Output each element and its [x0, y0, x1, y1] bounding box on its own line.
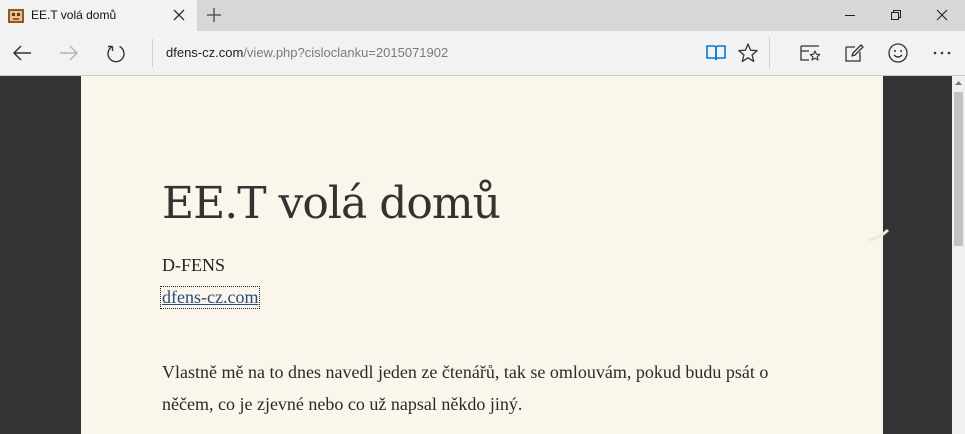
new-tab-icon[interactable]	[206, 7, 222, 23]
web-note-button[interactable]	[832, 31, 876, 75]
forward-arrow-icon	[60, 45, 79, 61]
forward-button[interactable]	[47, 31, 91, 75]
navigation-bar: dfens-cz.com/view.php?cisloclanku=201507…	[0, 31, 965, 76]
close-window-icon	[936, 9, 948, 21]
star-icon	[738, 43, 758, 63]
tab-active[interactable]: EE.T volá domů	[0, 0, 197, 31]
more-button[interactable]	[920, 31, 964, 75]
hub-favorites-icon	[800, 45, 821, 61]
site-favicon-icon	[8, 9, 24, 23]
close-tab-icon[interactable]	[171, 7, 187, 23]
scroll-up-arrow-icon[interactable]	[952, 76, 965, 90]
refresh-button[interactable]	[94, 31, 138, 75]
feedback-button[interactable]	[876, 31, 920, 75]
restore-icon	[891, 10, 901, 20]
refresh-icon	[107, 45, 125, 63]
hub-button[interactable]	[788, 31, 832, 75]
source-link[interactable]: dfens-cz.com	[159, 286, 261, 309]
minimize-button[interactable]	[827, 0, 873, 31]
tab-title: EE.T volá domů	[31, 8, 117, 22]
article-paragraph: Vlastně mě na to dnes navedl jeden ze čt…	[162, 362, 769, 414]
address-divider	[152, 39, 153, 67]
close-window-button[interactable]	[919, 0, 965, 31]
back-arrow-icon	[12, 45, 31, 61]
scrollbar-thumb[interactable]	[954, 92, 963, 246]
article-title: EE.T volá domů	[162, 178, 501, 229]
page-corner-decoration	[868, 228, 890, 242]
toolbar-divider	[769, 37, 770, 69]
reading-view-page: EE.T volá domů D-FENS dfens-cz.com Vlast…	[81, 76, 890, 434]
pen-note-icon	[845, 44, 864, 62]
favorite-button[interactable]	[726, 31, 770, 75]
tab-strip: EE.T volá domů	[0, 0, 965, 31]
minimize-icon	[845, 15, 855, 16]
reading-view-icon	[706, 45, 726, 61]
smiley-icon	[888, 43, 908, 63]
more-dots-icon	[933, 51, 951, 55]
url-host: dfens-cz.com	[166, 45, 244, 60]
address-field[interactable]: dfens-cz.com/view.php?cisloclanku=201507…	[166, 45, 448, 60]
restore-button[interactable]	[873, 0, 919, 31]
article-author: D-FENS	[162, 255, 226, 275]
back-button[interactable]	[0, 31, 44, 75]
url-path: /view.php?cisloclanku=2015071902	[243, 45, 449, 60]
